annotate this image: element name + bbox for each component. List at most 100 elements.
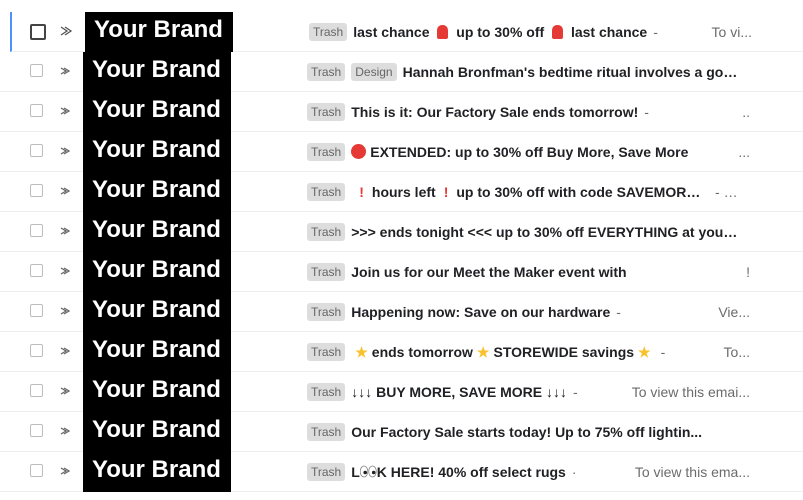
email-row[interactable]: Your Brand Trash Our Factory Sale starts t… [0,412,803,452]
subject-text: hours left [371,184,436,200]
email-subject: EXTENDED: up to 30% off Buy More, Save M… [351,144,688,160]
email-content: Trash This is it: Our Factory Sale ends t… [307,92,750,132]
importance-marker-icon[interactable] [58,104,72,118]
importance-marker-icon[interactable] [58,304,72,318]
subject-text: EXTENDED: up to 30% off Buy More, Save M… [370,144,689,160]
sender-name-box: Your Brand [83,172,231,212]
label-badge-trash[interactable]: Trash [307,223,346,241]
email-subject: ★ ends tomorrow ★ STOREWIDE savings ★ [351,344,654,361]
importance-marker-icon[interactable] [60,24,74,38]
email-snippet-preview: To view this ema... [634,464,750,480]
email-row[interactable]: Your Brand Trash last chance up to 30% off… [10,12,803,52]
importance-marker-icon[interactable] [58,64,72,78]
email-subject: L K HERE! 40% off select rugs [351,464,566,480]
subject-text: Hannah Bronfman's bedtime ritual involve… [402,64,738,80]
label-badge-trash[interactable]: Trash [307,183,346,201]
email-snippet-preview: To view this emai... [631,384,750,400]
sender-name-box: Your Brand [83,212,231,252]
email-content: Trash Design Hannah Bronfman's bedtime rit… [307,52,750,92]
importance-marker-icon[interactable] [58,224,72,238]
checkbox-icon[interactable] [30,424,43,437]
sender-name: Your Brand [92,56,221,83]
sender-name: Your Brand [92,136,221,163]
email-snippet-preview: ... [738,144,750,160]
email-snippet: - [572,384,578,400]
sender-name: Your Brand [92,456,221,483]
email-row[interactable]: Your Brand Trash This is it: Our Factory S… [0,92,803,132]
email-list: Your Brand Trash last chance up to 30% off… [0,12,803,492]
importance-marker-icon[interactable] [58,184,72,198]
email-row[interactable]: Your Brand Trash Design Hannah Bronfman's b… [0,52,803,92]
importance-marker-icon[interactable] [58,424,72,438]
label-badge-trash[interactable]: Trash [307,463,346,481]
subject-text: Happening now: Save on our hardware [351,304,611,320]
exclamation-icon: ! [703,184,709,200]
email-content: Trash EXTENDED: up to 30% off Buy More, S… [307,132,750,172]
subject-text: >>> ends tonight <<< up to 30% off EVERY… [351,224,738,240]
importance-marker-icon[interactable] [58,144,72,158]
email-snippet: - [660,344,666,360]
red-circle-icon [351,144,367,159]
email-row[interactable]: Your Brand Trash >>> ends tonight <<< up t… [0,212,803,252]
email-content: Trash Our Factory Sale starts today! Up t… [307,412,750,452]
checkbox-icon[interactable] [30,224,43,237]
email-content: Trash Join us for our Meet the Maker even… [307,252,750,292]
subject-text: Join us for our Meet the Maker event wit… [351,264,627,280]
checkbox-icon[interactable] [30,144,43,157]
subject-text: up to 30% off [452,24,549,40]
checkbox-icon[interactable] [30,184,43,197]
label-badge-trash[interactable]: Trash [307,263,346,281]
label-badge-trash[interactable]: Trash [307,103,346,121]
label-badge-trash[interactable]: Trash [307,383,346,401]
sender-name: Your Brand [92,176,221,203]
sender-name-box: Your Brand [83,292,231,332]
checkbox-icon[interactable] [30,264,43,277]
importance-marker-icon[interactable] [58,264,72,278]
email-row[interactable]: Your Brand Trash Happening now: Save on ou… [0,292,803,332]
email-row[interactable]: Your Brand Trash ↓↓↓ BUY MORE, SAVE MORE ↓… [0,372,803,412]
checkbox-icon[interactable] [30,64,43,77]
checkbox-icon[interactable] [30,304,43,317]
label-badge-trash[interactable]: Trash [307,343,346,361]
email-row[interactable]: Your Brand Trash ★ ends tomorrow ★ STOREWIDE … [0,332,803,372]
email-subject: >>> ends tonight <<< up to 30% off EVERY… [351,224,738,240]
label-badge-trash[interactable]: Trash [307,423,346,441]
email-subject: This is it: Our Factory Sale ends tomorr… [351,104,638,120]
subject-text: STOREWIDE savings [493,343,635,360]
email-subject: Our Factory Sale starts today! Up to 75%… [351,424,702,440]
checkbox-icon[interactable] [30,384,43,397]
sender-name-box: Your Brand [83,252,231,292]
email-subject: Happening now: Save on our hardware [351,304,610,320]
label-badge-trash[interactable]: Trash [307,63,346,81]
email-row[interactable]: Your Brand Trash EXTENDED: up to 30% off B… [0,132,803,172]
email-subject: ↓↓↓ BUY MORE, SAVE MORE ↓↓↓ [351,384,567,400]
email-content: Trash last chance up to 30% off last chan… [309,12,752,52]
sender-name-box: Your Brand [83,372,231,412]
importance-marker-icon[interactable] [58,344,72,358]
email-snippet-preview: To vi... [711,24,752,40]
sender-name: Your Brand [92,216,221,243]
email-snippet-preview: Vie... [718,304,750,320]
importance-marker-icon[interactable] [58,464,72,478]
email-snippet: - w... [715,184,744,200]
checkbox-icon[interactable] [30,464,43,477]
label-badge-trash[interactable]: Trash [307,143,346,161]
sender-name-box: Your Brand [83,412,231,452]
star-icon: ★ [638,343,651,360]
subject-text: L [351,464,360,480]
checkbox-icon[interactable] [30,344,43,357]
label-badge-trash[interactable]: Trash [309,23,348,41]
email-subject: Hannah Bronfman's bedtime ritual involve… [403,64,738,80]
email-row[interactable]: Your Brand Trash Join us for our Meet the … [0,252,803,292]
email-row[interactable]: Your Brand Trash! hours left! up to 30% off… [0,172,803,212]
label-badge-design[interactable]: Design [351,63,397,81]
subject-text: last chance [353,24,434,40]
email-row[interactable]: Your Brand Trash L K HERE! 40% off select r… [0,452,803,492]
importance-marker-icon[interactable] [58,384,72,398]
checkbox-icon[interactable] [30,24,46,40]
email-subject: last chance up to 30% off last chance [353,24,647,40]
label-badge-trash[interactable]: Trash [307,303,346,321]
siren-icon [552,25,564,39]
checkbox-icon[interactable] [30,104,43,117]
email-subject: ! hours left! up to 30% off with code SAVE… [351,184,709,200]
